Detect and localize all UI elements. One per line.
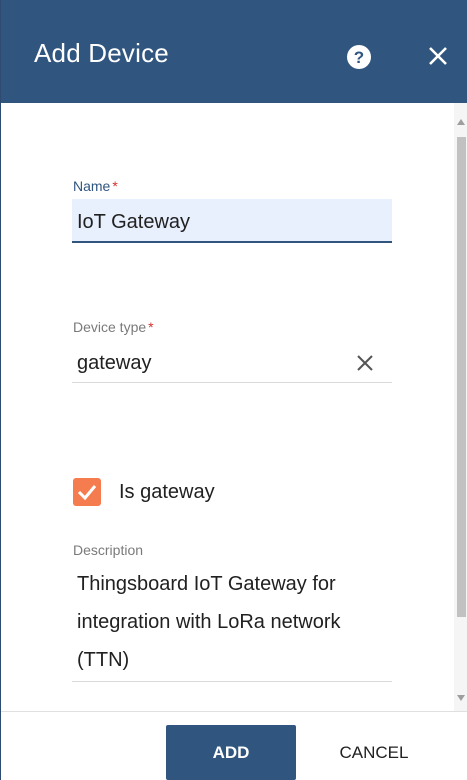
description-textarea[interactable]: Thingsboard IoT Gateway for integration … bbox=[77, 565, 397, 679]
scroll-thumb[interactable] bbox=[457, 137, 466, 617]
add-device-dialog: Add Device ? Name * IoT Gateway Device ty… bbox=[0, 0, 467, 780]
scroll-down-arrow-icon[interactable] bbox=[457, 695, 465, 701]
device-type-input[interactable]: gateway bbox=[77, 352, 152, 375]
name-label-text: Name bbox=[73, 178, 111, 194]
name-label: Name * bbox=[73, 178, 118, 194]
add-button[interactable]: ADD bbox=[166, 725, 296, 780]
svg-text:?: ? bbox=[354, 48, 364, 67]
device-type-label-text: Device type bbox=[73, 319, 147, 335]
required-mark: * bbox=[112, 178, 118, 194]
dialog-header: Add Device ? bbox=[1, 0, 467, 103]
required-mark: * bbox=[148, 319, 154, 335]
close-icon[interactable] bbox=[424, 42, 452, 70]
help-icon[interactable]: ? bbox=[345, 43, 373, 71]
is-gateway-checkbox[interactable] bbox=[73, 478, 101, 506]
description-underline bbox=[72, 681, 392, 682]
dialog-title: Add Device bbox=[34, 38, 169, 68]
name-input-value[interactable]: IoT Gateway bbox=[77, 211, 190, 234]
checkmark-icon bbox=[77, 485, 97, 501]
is-gateway-label[interactable]: Is gateway bbox=[119, 481, 215, 504]
device-type-label: Device type * bbox=[73, 319, 154, 335]
clear-icon[interactable] bbox=[354, 352, 376, 374]
device-type-underline bbox=[72, 382, 392, 383]
cancel-button[interactable]: CANCEL bbox=[319, 725, 429, 780]
vertical-scrollbar[interactable] bbox=[454, 103, 467, 711]
footer-divider bbox=[1, 711, 467, 712]
description-label: Description bbox=[73, 542, 144, 558]
scroll-up-arrow-icon[interactable] bbox=[457, 119, 465, 125]
